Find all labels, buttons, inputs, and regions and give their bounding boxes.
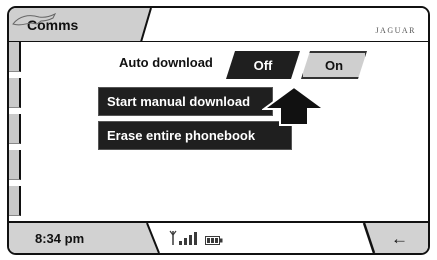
up-arrow-icon	[262, 85, 326, 126]
side-tab-2[interactable]	[9, 78, 21, 108]
back-arrow-icon[interactable]: ←	[391, 229, 408, 249]
header-bar: Comms JAGUAR	[9, 8, 428, 42]
status-bar: 8:34 pm ←	[9, 221, 428, 253]
clock-time: 8:34 pm	[35, 231, 85, 246]
start-manual-download-button[interactable]: Start manual download	[98, 87, 273, 116]
side-tab-3[interactable]	[9, 114, 21, 144]
side-tab-1[interactable]	[9, 42, 21, 72]
auto-download-label: Auto download	[119, 55, 213, 70]
side-tab-5[interactable]	[9, 186, 21, 216]
jaguar-logo-icon	[12, 12, 57, 26]
auto-download-off-button[interactable]: Off	[226, 51, 300, 79]
auto-download-on-button[interactable]: On	[301, 51, 367, 79]
signal-bars-icon	[169, 230, 197, 245]
brand-wordmark: JAGUAR	[375, 26, 416, 35]
comms-screen: Comms JAGUAR Auto download Off On Start …	[7, 6, 430, 255]
side-tab-4[interactable]	[9, 150, 21, 180]
battery-icon	[205, 236, 223, 245]
